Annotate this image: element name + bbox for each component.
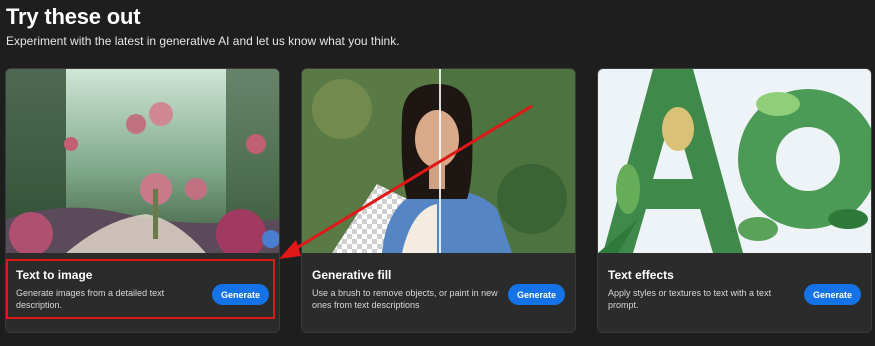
leaf-letters-image	[598, 69, 871, 253]
card-text-effects[interactable]: Text effects Apply styles or textures to…	[597, 68, 872, 333]
card-description: Apply styles or textures to text with a …	[608, 288, 772, 310]
card-description: Generate images from a detailed text des…	[16, 288, 165, 310]
card-description: Use a brush to remove objects, or paint …	[312, 288, 498, 310]
card-title: Text effects	[608, 268, 674, 282]
woman-portrait-image	[302, 69, 575, 253]
generate-button[interactable]: Generate	[212, 284, 269, 305]
page-subtitle: Experiment with the latest in generative…	[6, 34, 400, 48]
card-title: Generative fill	[312, 268, 392, 282]
generate-button[interactable]: Generate	[804, 284, 861, 305]
card-text-to-image[interactable]: Text to image Generate images from a det…	[5, 68, 280, 333]
fantasy-garden-image	[6, 69, 279, 253]
card-title: Text to image	[16, 268, 93, 282]
generate-button[interactable]: Generate	[508, 284, 565, 305]
page-title: Try these out	[6, 4, 141, 29]
card-generative-fill[interactable]: Generative fill Use a brush to remove ob…	[301, 68, 576, 333]
